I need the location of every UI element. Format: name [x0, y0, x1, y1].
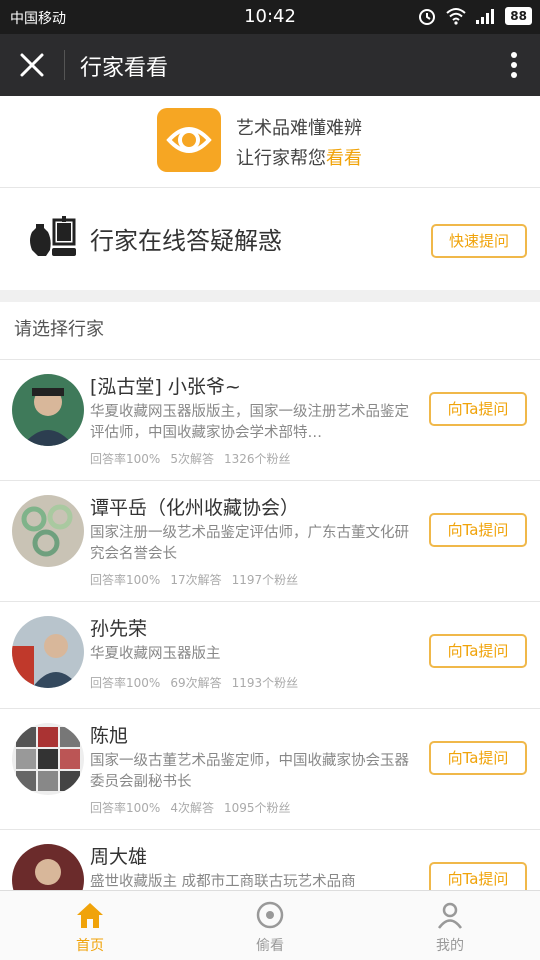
tab-home-label: 首页	[76, 938, 104, 954]
expert-name: 孙先荣	[90, 618, 148, 640]
tab-profile[interactable]: 我的	[360, 891, 540, 960]
close-icon[interactable]	[16, 49, 48, 81]
hero-line2: 让行家帮您看看	[236, 144, 362, 170]
signal-icon	[476, 9, 495, 24]
tab-peek-label: 偷看	[256, 938, 284, 954]
online-qa-section: 行家在线答疑解惑 快速提问	[0, 188, 540, 290]
alarm-icon	[419, 9, 436, 25]
expert-description: 华夏收藏网玉器版主	[90, 646, 221, 662]
bottom-tab-bar: 首页 偷看 我的	[0, 890, 540, 960]
ask-expert-button[interactable]: 向Ta提问	[429, 513, 527, 547]
wifi-icon	[446, 8, 466, 25]
more-menu-icon[interactable]	[504, 50, 524, 80]
answer-rate: 回答率100%	[90, 676, 161, 690]
expert-stats: 回答率100% 5次解答 1326个粉丝	[90, 450, 301, 467]
status-icons: 88	[417, 6, 532, 26]
eye-icon	[166, 127, 212, 153]
answer-count: 5次解答	[170, 452, 214, 466]
expert-avatar	[12, 844, 84, 890]
hero-line2-prefix: 让行家帮您	[236, 148, 326, 169]
fan-count: 1095个粉丝	[223, 801, 291, 815]
ask-expert-button[interactable]: 向Ta提问	[429, 741, 527, 775]
hero-line1: 艺术品难懂难辨	[236, 118, 362, 139]
expert-description: 国家一级古董艺术品鉴定师，中国收藏家协会玉器委员会副秘书长	[90, 753, 409, 790]
battery-indicator: 88	[505, 7, 532, 25]
expert-row[interactable]: 陈旭 国家一级古董艺术品鉴定师，中国收藏家协会玉器委员会副秘书长 回答率100%…	[0, 709, 540, 830]
expert-stats: 回答率100% 69次解答 1193个粉丝	[90, 674, 308, 691]
eye-logo	[157, 108, 221, 172]
hero-banner: 艺术品难懂难辨 让行家帮您看看	[0, 96, 540, 188]
nav-divider	[64, 50, 65, 80]
answer-count: 69次解答	[170, 676, 222, 690]
ask-expert-button[interactable]: 向Ta提问	[429, 392, 527, 426]
fan-count: 1193个粉丝	[231, 676, 299, 690]
navigation-bar: 行家看看	[0, 34, 540, 96]
answer-rate: 回答率100%	[90, 573, 161, 587]
expert-avatar	[12, 495, 84, 567]
answer-rate: 回答率100%	[90, 801, 161, 815]
expert-row[interactable]: [泓古堂] 小张爷~ 华夏收藏网玉器版版主，国家一级注册艺术品鉴定评估师，中国收…	[0, 360, 540, 481]
ask-expert-button[interactable]: 向Ta提问	[429, 634, 527, 668]
expert-description: 华夏收藏网玉器版版主，国家一级注册艺术品鉴定评估师，中国收藏家协会学术部特…	[90, 404, 409, 441]
ask-expert-button[interactable]: 向Ta提问	[429, 862, 527, 890]
expert-avatar	[12, 723, 84, 795]
expert-name: 周大雄	[90, 846, 148, 868]
expert-name: [泓古堂] 小张爷~	[90, 376, 241, 398]
profile-icon	[437, 902, 463, 929]
expert-list: 请选择行家 [泓古堂] 小张爷~ 华夏收藏网玉器版版主，国家一级注册艺术品鉴定评…	[0, 302, 540, 890]
expert-stats: 回答率100% 4次解答 1095个粉丝	[90, 799, 301, 816]
home-icon	[77, 903, 103, 928]
expert-avatar	[12, 374, 84, 446]
status-bar: 中国移动 10:42 88	[0, 0, 540, 34]
answer-rate: 回答率100%	[90, 452, 161, 466]
expert-name: 谭平岳（化州收藏协会）	[90, 497, 300, 519]
list-header: 请选择行家	[0, 302, 540, 360]
tab-home[interactable]: 首页	[0, 891, 180, 960]
expert-name: 陈旭	[90, 725, 129, 747]
expert-description: 国家注册一级艺术品鉴定评估师，广东古董文化研究会名誉会长	[90, 525, 409, 562]
expert-row[interactable]: 周大雄 盛世收藏版主 成都市工商联古玩艺术品商 向Ta提问	[0, 830, 540, 890]
expert-description: 盛世收藏版主 成都市工商联古玩艺术品商	[90, 874, 356, 890]
quick-ask-button[interactable]: 快速提问	[431, 224, 527, 258]
online-qa-label: 行家在线答疑解惑	[90, 227, 282, 255]
tab-peek[interactable]: 偷看	[180, 891, 360, 960]
fan-count: 1326个粉丝	[223, 452, 291, 466]
expert-row[interactable]: 孙先荣 华夏收藏网玉器版主 回答率100% 69次解答 1193个粉丝 向Ta提问	[0, 602, 540, 709]
answer-count: 17次解答	[170, 573, 222, 587]
page-title: 行家看看	[80, 56, 169, 81]
answer-count: 4次解答	[170, 801, 214, 815]
tab-profile-label: 我的	[436, 938, 464, 954]
antique-vase-icon	[30, 216, 76, 256]
fan-count: 1197个粉丝	[231, 573, 299, 587]
expert-row[interactable]: 谭平岳（化州收藏协会） 国家注册一级艺术品鉴定评估师，广东古董文化研究会名誉会长…	[0, 481, 540, 602]
peek-icon	[256, 901, 284, 929]
expert-stats: 回答率100% 17次解答 1197个粉丝	[90, 571, 308, 588]
hero-line2-highlight: 看看	[326, 148, 362, 169]
expert-avatar	[12, 616, 84, 688]
